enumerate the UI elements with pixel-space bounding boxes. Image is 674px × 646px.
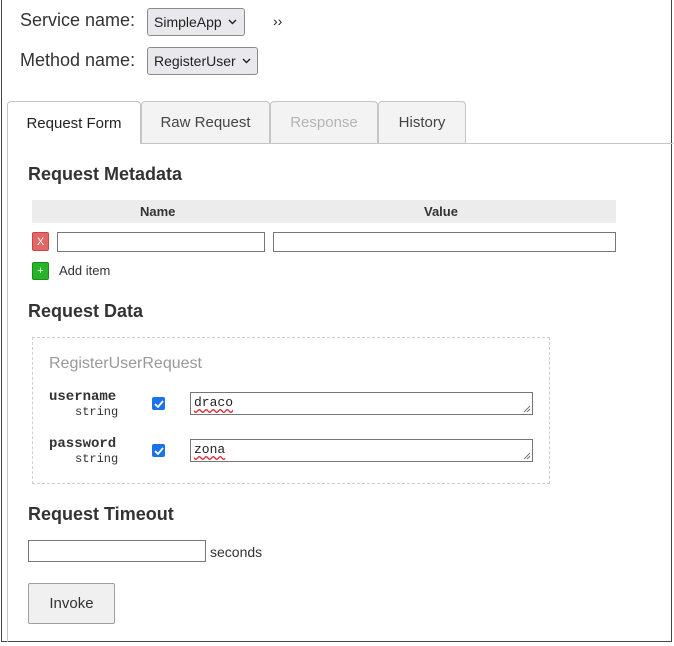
chevron-down-icon: [228, 16, 237, 28]
invoke-button[interactable]: Invoke: [28, 583, 115, 624]
resize-grip-icon[interactable]: [523, 405, 531, 413]
chevron-down-icon: [242, 55, 251, 67]
tab-label: Response: [290, 114, 358, 131]
tab-history[interactable]: History: [378, 101, 466, 143]
method-row: Method name:: [20, 50, 135, 71]
tab-divider: [141, 143, 673, 144]
request-data-heading: Request Data: [28, 301, 144, 321]
field-name-password: password: [49, 436, 117, 452]
tab-label: Raw Request: [160, 114, 251, 131]
checkmark-icon: [153, 399, 164, 408]
username-value: draco: [194, 395, 234, 410]
add-item-button[interactable]: +: [32, 262, 49, 280]
metadata-name-input[interactable]: [57, 232, 265, 252]
request-metadata-heading: Request Metadata: [28, 164, 183, 184]
tab-request-form[interactable]: Request Form: [7, 101, 141, 144]
password-value: zona: [194, 442, 226, 457]
tab-response: Response: [270, 101, 378, 143]
column-header-name: Name: [140, 204, 176, 219]
tab-label: Request Form: [26, 114, 122, 132]
column-header-value: Value: [424, 204, 458, 219]
service-row: Service name:: [20, 10, 135, 31]
field-name-username: username: [49, 389, 117, 405]
resize-grip-icon[interactable]: [523, 452, 531, 460]
metadata-value-input[interactable]: [273, 232, 616, 252]
seconds-label: seconds: [210, 544, 263, 560]
add-item-label[interactable]: Add item: [59, 263, 110, 278]
method-select-value: RegisterUser: [154, 53, 236, 69]
message-type-name: RegisterUserRequest: [49, 355, 202, 372]
password-set-checkbox[interactable]: [152, 444, 165, 457]
password-textarea[interactable]: zona: [190, 439, 533, 462]
request-timeout-heading: Request Timeout: [28, 504, 174, 524]
service-name-label: Service name:: [20, 10, 136, 30]
metadata-table-header: Name Value: [32, 200, 616, 223]
expand-icon[interactable]: ››: [273, 13, 282, 29]
service-select-value: SimpleApp: [154, 14, 222, 30]
tab-panel-border: [7, 143, 8, 642]
username-set-checkbox[interactable]: [152, 397, 165, 410]
service-select[interactable]: SimpleApp: [147, 8, 245, 36]
method-select[interactable]: RegisterUser: [147, 47, 258, 75]
tab-label: History: [398, 114, 446, 131]
username-textarea[interactable]: draco: [190, 392, 533, 415]
checkmark-icon: [153, 446, 164, 455]
tab-bar: Request Form Raw Request Response Histor…: [7, 101, 673, 144]
field-type-username: string: [75, 405, 119, 419]
tab-raw-request[interactable]: Raw Request: [141, 101, 270, 143]
method-name-label: Method name:: [20, 50, 136, 70]
timeout-input[interactable]: [28, 540, 206, 562]
field-type-password: string: [75, 452, 119, 466]
remove-row-button[interactable]: X: [32, 232, 49, 251]
